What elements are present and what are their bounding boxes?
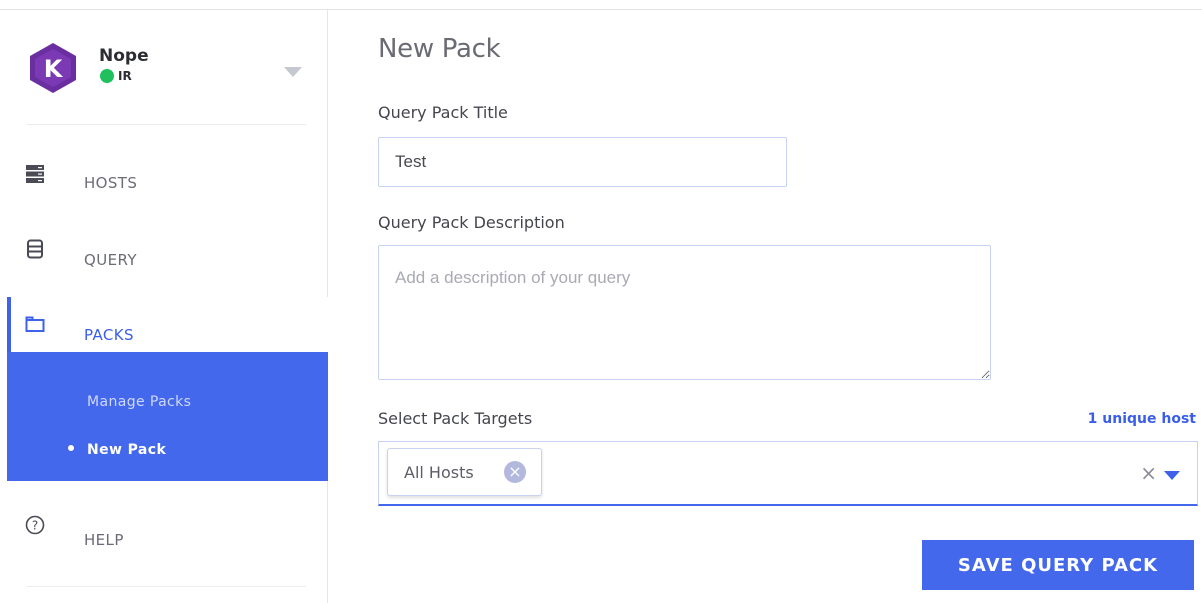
svg-text:K: K xyxy=(44,55,64,83)
packs-submenu: Manage Packs New Pack xyxy=(7,352,328,481)
question-circle-icon: ? xyxy=(25,515,45,535)
remove-icon[interactable]: × xyxy=(504,461,526,483)
folder-icon xyxy=(25,316,45,332)
chip-label: All Hosts xyxy=(404,463,474,482)
current-item-dot xyxy=(68,445,74,451)
sidebar-item-label: QUERY xyxy=(84,251,137,269)
targets-label: Select Pack Targets xyxy=(378,409,533,428)
unique-host-count: 1 unique host xyxy=(1087,411,1196,427)
pack-title-input[interactable] xyxy=(378,137,787,187)
description-label: Query Pack Description xyxy=(378,213,565,232)
sidebar-item-label: PACKS xyxy=(84,326,134,344)
sidebar-item-help[interactable]: ? HELP xyxy=(7,498,328,556)
svg-text:?: ? xyxy=(32,519,38,533)
status-dot xyxy=(100,69,114,83)
target-chip: All Hosts × xyxy=(387,448,542,496)
kolide-logo-icon: K xyxy=(30,43,76,93)
sidebar: K Nope IR HOSTS QUERY PACKS Manage Packs… xyxy=(7,10,328,603)
sidebar-item-hosts[interactable]: HOSTS xyxy=(7,145,328,203)
team-name: IR xyxy=(118,69,132,83)
save-query-pack-button[interactable]: SAVE QUERY PACK xyxy=(922,540,1194,590)
pack-description-input[interactable] xyxy=(378,245,991,380)
submenu-item-new-pack[interactable]: New Pack xyxy=(87,442,166,458)
sidebar-item-packs[interactable]: PACKS xyxy=(7,297,328,355)
top-border xyxy=(0,0,1202,10)
user-name: Nope xyxy=(99,46,149,66)
server-icon xyxy=(26,165,44,183)
clear-icon[interactable]: × xyxy=(1140,461,1157,485)
user-menu[interactable]: K Nope IR xyxy=(27,42,307,98)
targets-select[interactable]: All Hosts × × xyxy=(378,441,1198,506)
chevron-down-icon[interactable] xyxy=(284,67,302,77)
sidebar-item-label: HELP xyxy=(84,531,124,549)
sidebar-item-label: HOSTS xyxy=(84,174,138,192)
title-label: Query Pack Title xyxy=(378,103,508,122)
divider xyxy=(27,586,306,587)
divider xyxy=(27,124,306,125)
submenu-item-manage-packs[interactable]: Manage Packs xyxy=(87,394,191,410)
chevron-down-icon[interactable] xyxy=(1164,471,1180,480)
page-title: New Pack xyxy=(378,34,501,64)
database-icon xyxy=(27,239,43,259)
sidebar-item-query[interactable]: QUERY xyxy=(7,220,328,278)
